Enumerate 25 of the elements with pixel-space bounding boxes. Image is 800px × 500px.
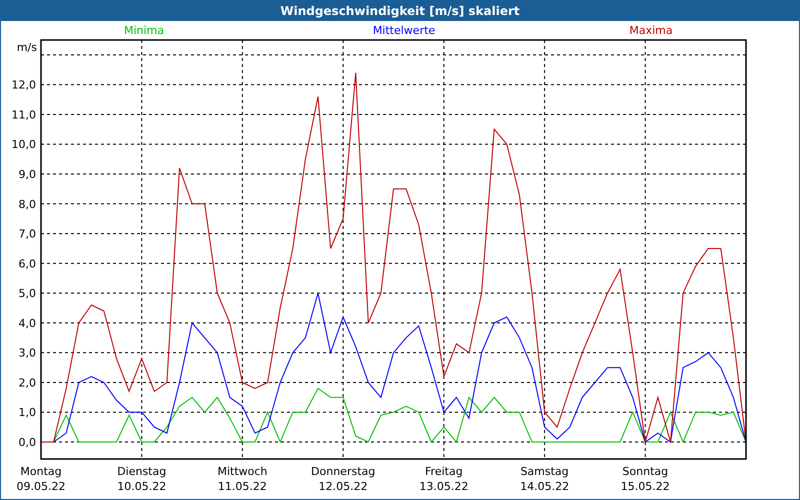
y-tick-label: 7,0: [18, 228, 36, 241]
y-tick-label: 4,0: [18, 316, 36, 330]
y-tick-label: 3,0: [18, 346, 36, 360]
y-tick-label: 5,0: [18, 287, 36, 300]
x-tick-label: Sonntag 15.05.22: [620, 465, 670, 493]
x-tick-label: Freitag 13.05.22: [419, 465, 468, 493]
legend-label: Minima: [124, 24, 164, 37]
x-tick-label: Montag 09.05.22: [16, 465, 66, 493]
y-tick-label: 0,0: [18, 436, 36, 450]
y-tick-label: 6,0: [18, 257, 36, 270]
x-tick-label: Mittwoch 11.05.22: [217, 465, 268, 493]
y-tick-label: 2,0: [18, 376, 36, 390]
y-tick-label: 10,0: [12, 138, 36, 152]
y-axis-label: m/s: [16, 41, 37, 54]
legend-label: Mittelwerte: [372, 24, 436, 37]
legend-label: Maxima: [629, 24, 673, 37]
x-tick-label: Donnerstag 12.05.22: [311, 465, 376, 493]
y-tick-label: 9,0: [18, 168, 36, 181]
y-tick-label: 8,0: [18, 198, 36, 211]
y-tick-label: 12,0: [12, 78, 36, 92]
y-tick-label: 1,0: [18, 406, 36, 420]
x-tick-label: Samstag 14.05.22: [520, 465, 570, 493]
y-tick-label: 11,0: [12, 108, 36, 122]
x-tick-label: Dienstag 10.05.22: [117, 465, 166, 493]
window-title: Windgeschwindigkeit [m/s] skaliert: [1, 1, 799, 21]
